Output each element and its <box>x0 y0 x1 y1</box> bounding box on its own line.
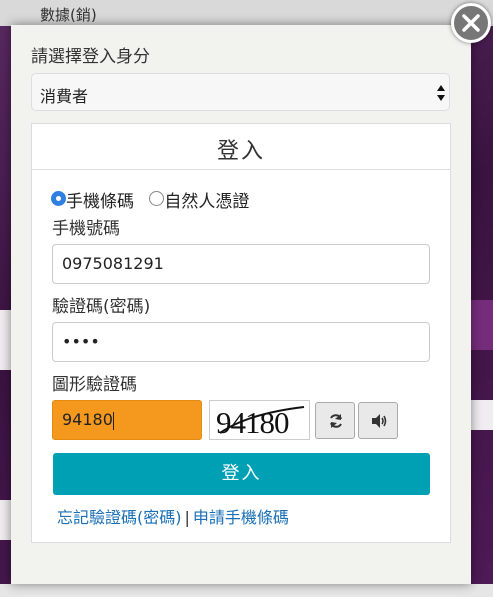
login-method-phone-barcode-label: 手機條碼 <box>66 192 134 212</box>
background-header-text: 數據(銷) <box>40 6 97 24</box>
captcha-input[interactable]: 94180 <box>52 400 202 440</box>
password-input[interactable]: •••• <box>52 322 430 362</box>
login-panel-header: 登入 <box>32 124 450 170</box>
background-header: 數據(銷) <box>0 0 493 26</box>
role-select-value: 消費者 <box>40 87 89 106</box>
help-links: 忘記驗證碼(密碼) | 申請手機條碼 <box>57 504 289 528</box>
captcha-image: 94180 <box>209 400 310 440</box>
link-separator: | <box>184 508 190 527</box>
close-modal-button[interactable] <box>451 3 491 43</box>
phone-input[interactable]: 0975081291 <box>52 244 430 284</box>
login-method-phone-barcode[interactable]: 手機條碼 <box>51 187 134 212</box>
apply-phone-barcode-link[interactable]: 申請手機條碼 <box>193 508 289 527</box>
login-modal: 請選擇登入身分 消費者 登入 手機條碼 自然人憑證 手機號碼 097508129… <box>11 25 471 584</box>
speaker-icon <box>372 414 387 428</box>
login-panel: 登入 手機條碼 自然人憑證 手機號碼 0975081291 驗證碼(密碼) ••… <box>31 123 451 543</box>
background-footer <box>0 584 493 597</box>
background-graphic-right-2 <box>471 300 493 350</box>
select-arrows-icon <box>437 85 445 101</box>
login-panel-title: 登入 <box>216 139 265 164</box>
login-method-citizen-certificate-label: 自然人憑證 <box>164 192 250 212</box>
login-method-radios: 手機條碼 自然人憑證 <box>51 187 259 212</box>
radio-citizen-certificate[interactable] <box>149 191 165 206</box>
role-label: 請選擇登入身分 <box>31 47 150 67</box>
background-graphic-left-2 <box>0 500 11 540</box>
radio-phone-barcode[interactable] <box>51 191 66 206</box>
captcha-label: 圖形驗證碼 <box>52 375 137 395</box>
audio-captcha-button[interactable] <box>358 402 398 439</box>
role-select[interactable]: 消費者 <box>31 73 450 111</box>
refresh-icon <box>330 414 342 428</box>
phone-label: 手機號碼 <box>52 219 120 239</box>
forgot-password-link[interactable]: 忘記驗證碼(密碼) <box>57 508 182 527</box>
captcha-input-value: 94180 <box>62 410 113 429</box>
background-graphic-left <box>0 310 11 370</box>
close-icon <box>462 14 480 32</box>
background-graphic-right <box>471 400 493 430</box>
password-label: 驗證碼(密碼) <box>52 297 151 317</box>
login-submit-button[interactable]: 登入 <box>53 453 430 495</box>
login-method-citizen-certificate[interactable]: 自然人憑證 <box>149 187 249 212</box>
refresh-captcha-button[interactable] <box>315 402 355 439</box>
